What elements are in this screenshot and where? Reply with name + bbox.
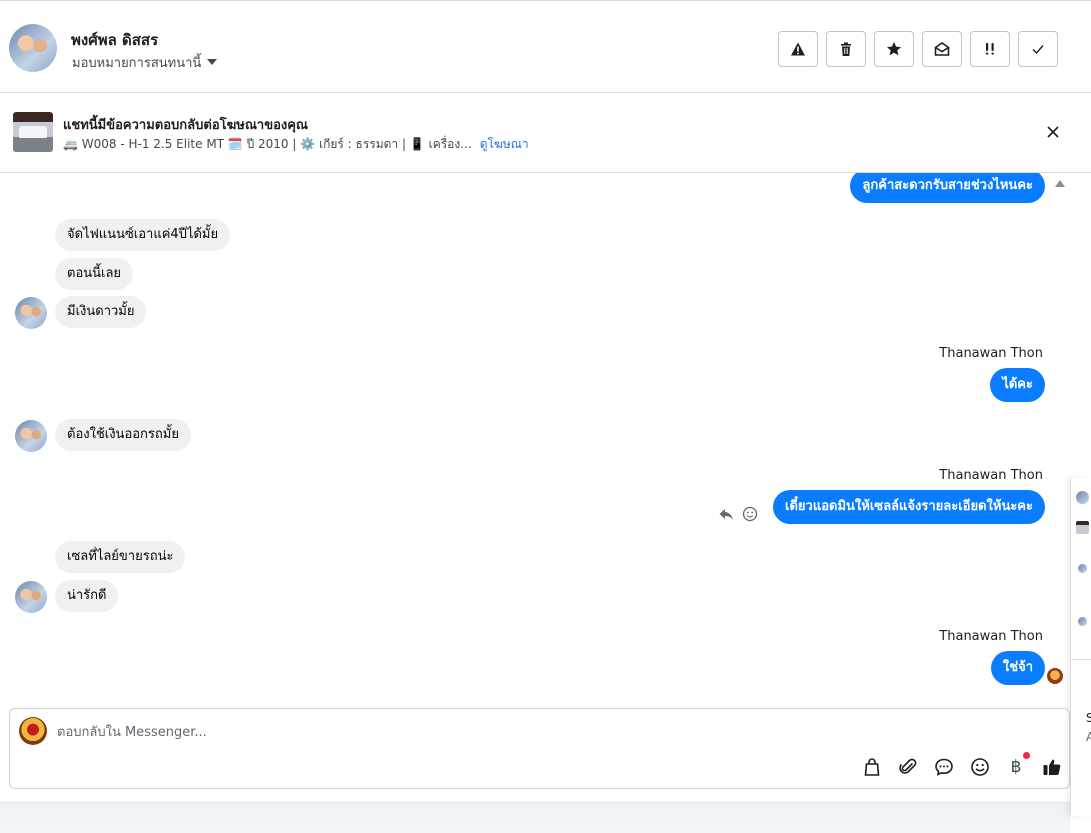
send-like-button[interactable] [1041,756,1063,778]
composer-tools: ฿ [861,752,1063,778]
side-panel-avatar[interactable] [1078,564,1087,573]
contact-avatar[interactable] [9,24,57,72]
saved-replies-button[interactable] [933,756,955,778]
warning-icon [791,42,805,56]
side-panel-divider [1071,659,1091,660]
close-icon[interactable] [1045,124,1061,140]
emoji-icon [971,758,989,776]
side-panel[interactable]: S A [1070,478,1091,816]
ad-banner-title: แชทนี้มีข้อความตอบกลับต่อโฆษณาของคุณ [63,118,308,133]
trash-icon [841,42,851,56]
attachment-icon [899,758,917,774]
sender-name: Thanawan Thon [939,629,1043,644]
ad-description: 🚐 W008 - H-1 2.5 Elite MT 🗓️ ปี 2010 | ⚙… [63,137,472,151]
message-bubble-incoming[interactable]: ตอนนี้เลย [55,258,134,290]
contact-avatar-small [15,581,47,613]
message-actions [718,506,758,522]
product-button[interactable] [861,756,883,778]
mark-unread-button[interactable] [922,31,962,67]
conversation-header: พงศ์พล ดิสสร มอบหมายการสนทนานี้ [0,0,1091,93]
message-bubble-incoming[interactable]: ต้องใช้เงินออกรถมั้ย [55,419,191,451]
scroll-up-arrow-icon[interactable] [1055,180,1065,187]
message-bubble-incoming[interactable]: เซลที่ไลย์ขายรถน่ะ [55,541,186,573]
contact-name[interactable]: พงศ์พล ดิสสร [71,28,158,52]
sender-name: Thanawan Thon [939,468,1043,483]
contact-avatar-small [15,297,47,329]
payment-request-button[interactable]: ฿ [1005,752,1030,778]
star-button[interactable] [874,31,914,67]
sender-name: Thanawan Thon [939,346,1043,361]
inbox-conversation-view: พงศ์พล ดิสสร มอบหมายการสนทนานี้ แชทนี้มี… [0,0,1091,833]
side-panel-text: A [1086,730,1091,744]
bag-icon [864,758,880,776]
page-avatar [19,717,47,745]
react-emoji-icon[interactable] [742,506,758,522]
envelope-open-icon [934,42,950,56]
ad-thumbnail[interactable] [13,112,53,152]
contact-avatar-small [15,420,47,452]
side-panel-ad-thumbnail[interactable] [1076,521,1089,534]
message-bubble-outgoing[interactable]: เดี๋ยวแอดมินให้เซลล์แจ้งรายละเอียดให้นะค… [773,490,1045,524]
ad-banner-details: 🚐 W008 - H-1 2.5 Elite MT 🗓️ ปี 2010 | ⚙… [63,135,529,154]
exclamation-icon [986,43,994,55]
footer-strip [0,802,1070,833]
message-thread[interactable]: ลูกค้าสะดวกรับสายช่วงไหนคะ จัดไฟแนนซ์เอา… [0,173,1070,703]
message-bubble-incoming[interactable]: จัดไฟแนนซ์เอาแค่4ปีได้มั้ย [55,219,231,251]
mark-done-button[interactable] [1018,31,1058,67]
saved-reply-icon [935,758,953,776]
caret-down-icon [207,58,218,65]
follow-up-button[interactable] [970,31,1010,67]
seen-by-avatar [1047,668,1063,684]
side-panel-avatar[interactable] [1078,617,1087,626]
side-panel-text: S [1086,711,1091,725]
reply-input[interactable] [57,721,957,743]
reply-icon[interactable] [718,506,734,522]
baht-icon: ฿ [1010,757,1022,777]
assign-label: มอบหมายการสนทนานี้ [72,56,202,71]
conversation-toolbar [778,31,1058,67]
assign-conversation-dropdown[interactable]: มอบหมายการสนทนานี้ [72,52,218,73]
reply-composer: ฿ [9,708,1070,789]
emoji-button[interactable] [969,756,991,778]
message-bubble-incoming[interactable]: น่ารักดี [55,580,119,612]
attach-file-button[interactable] [897,756,919,778]
message-bubble-outgoing[interactable]: ได้คะ [990,368,1045,402]
delete-button[interactable] [826,31,866,67]
view-ad-link[interactable]: ดูโฆษณา [480,137,529,151]
ad-reply-banner: แชทนี้มีข้อความตอบกลับต่อโฆษณาของคุณ 🚐 W… [0,93,1091,173]
notification-dot [1023,752,1030,759]
message-bubble-outgoing[interactable]: ใช่จ้า [990,651,1045,685]
thumbs-up-icon [1043,759,1061,775]
report-spam-button[interactable] [778,31,818,67]
message-bubble-incoming[interactable]: มีเงินดาวมั้ย [55,296,147,328]
side-panel-avatar[interactable] [1076,491,1089,504]
message-bubble-outgoing[interactable]: ลูกค้าสะดวกรับสายช่วงไหนคะ [850,173,1045,203]
check-icon [1032,45,1044,55]
star-icon [887,42,901,56]
